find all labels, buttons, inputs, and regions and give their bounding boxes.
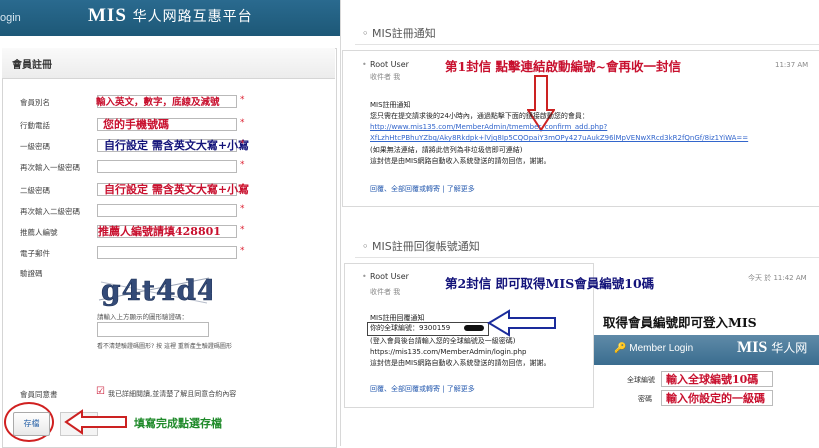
divider [355, 257, 819, 258]
notice1-body-note: (如果無法連結，請將此信列為非垃圾信即可連結) [370, 146, 523, 154]
divider [355, 44, 819, 45]
required-mark: * [240, 183, 245, 193]
left-arrow-icon [487, 309, 556, 337]
field-label-agreement: 會員同意書 [20, 390, 58, 399]
notice2-sender: Root User [370, 272, 409, 281]
captcha-input[interactable] [97, 322, 209, 337]
login-member-no-hint: 輸入全球編號10碼 [666, 373, 759, 386]
field-label-email: 電子郵件 [20, 249, 50, 258]
notice2-section-title: ◦ MIS註冊回復帳號通知 [362, 240, 480, 253]
site-brand: MIS 华人网路互惠平台 [88, 5, 253, 26]
field-label-password2-confirm: 再次輸入二級密碼 [20, 207, 80, 216]
notice2-time: 今天 於 11:42 AM [748, 274, 807, 282]
notice2-body-auto: 這封信是由MIS網路自動收入系統發送的請勿回信，謝謝。 [370, 359, 551, 367]
notice1-body-line: 您只需在提交請求後的24小時內，通過點擊下面的鏈接啟動您的會員： [370, 112, 589, 120]
password2-hint: 自行設定 需含英文大寫+小寫 [104, 183, 250, 196]
notice1-reply-links[interactable]: 回覆、全部回覆或轉寄 | 了解更多 [370, 184, 475, 194]
login-link[interactable]: ogin [0, 12, 21, 24]
redaction-mark [464, 325, 484, 331]
notice1-activation-link-2[interactable]: XfLzhHtcPBhuYZbq/Aky8Rkdpk+lVjq8Ip5CQOpa… [370, 134, 748, 142]
required-mark: * [240, 204, 245, 214]
password1-hint: 自行設定 需含英文大寫+小寫 [104, 139, 250, 152]
field-label-password2: 二級密碼 [20, 186, 50, 195]
save-arrow-icon [64, 409, 127, 435]
alias-hint: 輸入英文，數字，底線及減號 [96, 97, 220, 108]
field-label-alias: 會員別名 [20, 98, 50, 107]
notice1-sender: Root User [370, 60, 409, 69]
captcha-instruction: 請輸入上方顯示的圖形驗證碼： [97, 313, 188, 321]
email-input[interactable] [97, 246, 237, 259]
agreement-text: 我已詳細閱讀,並清楚了解且同意合約內容 [108, 390, 237, 398]
notice1-body-title: MIS註冊通知 [370, 101, 411, 109]
key-icon: 🔑 [614, 343, 627, 354]
password2-confirm-input[interactable] [97, 204, 237, 217]
bullet-icon: • [362, 272, 367, 281]
notice1-body-auto: 這封信是由MIS網路自動收入系統發送的請勿回信，謝謝。 [370, 157, 551, 165]
notice2-recipient: 收件者 我 [370, 288, 401, 296]
member-login-header: 🔑 Member Login MIS 华人网 [594, 335, 819, 365]
card-title: 會員註冊 [12, 60, 52, 71]
notice2-body-line: (登入會員後台請輸入您的全球編號及一級密碼) [370, 337, 516, 345]
login-label-member-no: 全球編號 [627, 376, 655, 384]
agreement-checkbox[interactable]: ☑ [96, 386, 105, 397]
save-note: 填寫完成點選存檔 [134, 417, 222, 430]
save-button[interactable]: 存檔 [13, 412, 50, 436]
bullet-icon: • [362, 60, 367, 69]
password1-confirm-input[interactable] [97, 160, 237, 173]
member-number: 你的全球編號：9300159 [370, 324, 451, 332]
captcha-refresh-link[interactable]: 看不清楚驗證碼圖形? 按 這裡 重新產生驗證碼圖形 [97, 341, 232, 350]
notice2-annotation: 第2封信 即可取得MIS會員編號10碼 [445, 276, 655, 291]
required-mark: * [240, 95, 245, 105]
login-password-hint: 輸入你設定的一級碼 [666, 392, 765, 405]
required-mark: * [240, 246, 245, 256]
required-mark: * [240, 139, 245, 149]
notice1-annotation: 第1封信 點擊連結啟動編號~會再收一封信 [445, 59, 682, 74]
site-header: ogin MIS 华人网路互惠平台 [0, 0, 340, 36]
field-label-password1-confirm: 再次輸入一級密碼 [20, 163, 80, 172]
required-mark: * [240, 225, 245, 235]
field-label-captcha: 驗證碼 [20, 269, 43, 278]
notice1-recipient: 收件者 我 [370, 73, 401, 81]
field-label-password1: 一級密碼 [20, 142, 50, 151]
captcha-text: g4t4d4 [101, 274, 212, 307]
notice1-time: 11:37 AM [775, 61, 809, 69]
required-mark: * [240, 118, 245, 128]
notice2-login-url[interactable]: https://mis135.com/MemberAdmin/login.php [370, 347, 526, 358]
login-brand: MIS 华人网 [737, 339, 808, 356]
notice1-section-title: ◦ MIS註冊通知 [362, 27, 436, 40]
member-login-title: 🔑 Member Login [614, 343, 694, 354]
field-label-phone: 行動電話 [20, 121, 50, 130]
notice1-activation-link[interactable]: http://www.mis135.com/MemberAdmin/tmembe… [370, 123, 607, 131]
field-label-referrer: 推薦人編號 [20, 228, 58, 237]
phone-hint: 您的手機號碼 [103, 118, 169, 131]
notice2-reply-links[interactable]: 回覆、全部回覆或轉寄 | 了解更多 [370, 384, 475, 394]
login-label-password: 密碼 [638, 395, 652, 403]
member-note: 取得會員編號即可登入MIS [603, 315, 757, 330]
card-title-bar: 會員註冊 [2, 48, 335, 79]
required-mark: * [240, 160, 245, 170]
captcha-image: g4t4d4 [97, 270, 212, 308]
referrer-hint: 推薦人編號請填428801 [98, 225, 221, 238]
